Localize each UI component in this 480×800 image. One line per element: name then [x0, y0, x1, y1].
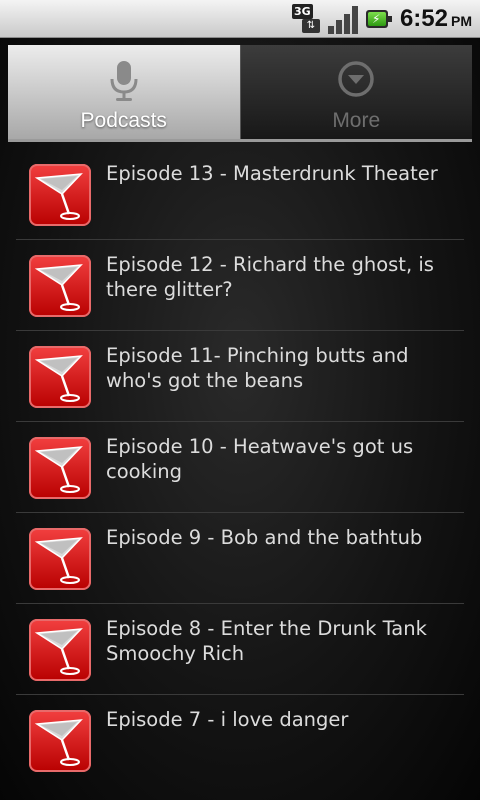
episode-title: Episode 13 - Masterdrunk Theater [106, 162, 438, 185]
clock: 6:52 PM [400, 5, 472, 33]
martini-glass-icon [29, 528, 91, 590]
network-type-label: 3G [291, 4, 313, 19]
tab-more[interactable]: More [239, 45, 472, 139]
episode-title: Episode 7 - i love danger [106, 708, 349, 731]
episode-title: Episode 8 - Enter the Drunk Tank Smoochy… [106, 617, 427, 665]
clock-ampm: PM [451, 13, 472, 29]
chevron-down-circle-icon [338, 61, 374, 97]
martini-glass-icon [29, 164, 91, 226]
list-item[interactable]: Episode 8 - Enter the Drunk Tank Smoochy… [16, 604, 464, 695]
status-bar: 3G ⇅ ⚡ 6:52 PM [0, 0, 480, 38]
episode-title: Episode 9 - Bob and the bathtub [106, 526, 423, 549]
martini-glass-icon [29, 710, 91, 772]
episode-title: Episode 12 - Richard the ghost, is there… [106, 253, 434, 301]
list-item[interactable]: Episode 11- Pinching butts and who's got… [16, 331, 464, 422]
list-item[interactable]: Episode 13 - Masterdrunk Theater [16, 149, 464, 240]
tab-bar: Podcasts More [8, 45, 472, 142]
martini-glass-icon [29, 437, 91, 499]
data-arrows-icon: ⇅ [301, 19, 320, 33]
status-icons: 3G ⇅ ⚡ 6:52 PM [291, 3, 472, 35]
clock-time: 6:52 [399, 5, 448, 32]
martini-glass-icon [29, 346, 91, 408]
episode-list: Episode 13 - Masterdrunk Theater Episode… [16, 149, 464, 786]
episode-title: Episode 11- Pinching butts and who's got… [106, 344, 409, 392]
battery-charging-icon: ⚡ [365, 8, 394, 30]
martini-glass-icon [29, 619, 91, 681]
martini-glass-icon [29, 255, 91, 317]
list-item[interactable]: Episode 12 - Richard the ghost, is there… [16, 240, 464, 331]
list-item[interactable]: Episode 7 - i love danger [16, 695, 464, 786]
list-item[interactable]: Episode 10 - Heatwave's got us cooking [16, 422, 464, 513]
episode-title: Episode 10 - Heatwave's got us cooking [106, 435, 414, 483]
tab-more-label: More [332, 109, 381, 132]
tab-podcasts[interactable]: Podcasts [8, 45, 240, 139]
3g-data-icon: 3G ⇅ [291, 4, 322, 34]
tab-podcasts-label: Podcasts [80, 109, 167, 132]
list-item[interactable]: Episode 9 - Bob and the bathtub [16, 513, 464, 604]
microphone-icon [110, 61, 138, 101]
signal-strength-icon [327, 4, 360, 34]
screen: 3G ⇅ ⚡ 6:52 PM Podcasts More Episode 13 … [0, 0, 480, 800]
